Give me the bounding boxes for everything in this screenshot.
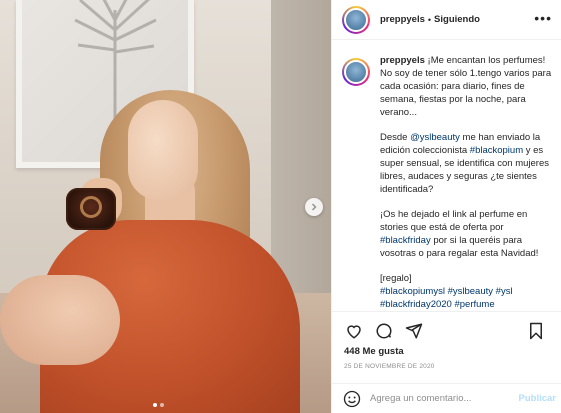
share-icon: [405, 323, 423, 338]
carousel-dot-active: [153, 403, 157, 407]
mention-link[interactable]: @yslbeauty: [410, 132, 460, 143]
hashtag-link[interactable]: #blackopiumysl: [380, 286, 445, 297]
hashtag-link[interactable]: #perfume: [454, 299, 494, 310]
header-username[interactable]: preppyels: [380, 14, 425, 25]
caption-text-segment: ¡Os he dejado el link al perfume en stor…: [380, 209, 528, 233]
avatar[interactable]: [342, 5, 370, 34]
hashtag-link[interactable]: #ysl: [496, 286, 513, 297]
save-button[interactable]: [524, 319, 548, 343]
comment-input[interactable]: [370, 393, 510, 404]
caption-gift-label: [regalo]: [380, 273, 412, 284]
caption-paragraph-4: [regalo] #blackopiumysl #yslbeauty #ysl …: [380, 272, 552, 311]
separator-dot: •: [427, 14, 432, 25]
post-date[interactable]: 25 DE NOVIEMBRE DE 2020: [344, 363, 435, 370]
action-bar: [332, 311, 561, 349]
more-options-icon[interactable]: •••: [534, 11, 552, 25]
comment-button[interactable]: [372, 319, 396, 343]
emoji-icon: [343, 390, 361, 407]
caption-avatar[interactable]: [342, 58, 370, 86]
carousel-dots: [153, 403, 164, 407]
hashtag-link[interactable]: #blackfriday2020: [380, 299, 452, 310]
caption-text: preppyels ¡Me encantan los perfumes! No …: [380, 54, 552, 311]
caption-paragraph-1: preppyels ¡Me encantan los perfumes! No …: [380, 54, 552, 119]
hashtag-link[interactable]: #blackfriday: [380, 235, 431, 246]
post-caption: preppyels ¡Me encantan los perfumes! No …: [332, 40, 561, 311]
caption-username[interactable]: preppyels: [380, 55, 425, 66]
comment-bar: Publicar: [332, 383, 561, 413]
like-button[interactable]: [342, 319, 366, 343]
perfume-bottle: [66, 188, 116, 230]
publish-button[interactable]: Publicar: [519, 393, 557, 404]
caption-paragraph-2: Desde @yslbeauty me han enviado la edici…: [380, 131, 552, 196]
hashtag-link[interactable]: #blackopium: [470, 145, 523, 156]
heart-icon: [347, 324, 361, 339]
caption-paragraph-3: ¡Os he dejado el link al perfume en stor…: [380, 208, 552, 260]
caption-text-segment: Desde: [380, 132, 411, 143]
post-photo[interactable]: [0, 0, 331, 413]
like-count[interactable]: 448 Me gusta: [344, 346, 404, 357]
bookmark-icon: [530, 322, 542, 340]
person-knee: [0, 275, 120, 365]
person-face: [128, 100, 198, 200]
comment-icon: [376, 323, 392, 338]
post-header: preppyels • Siguiendo •••: [332, 0, 561, 40]
next-slide-button[interactable]: [305, 198, 323, 216]
post-sidebar: preppyels • Siguiendo ••• preppyels ¡Me …: [331, 0, 561, 413]
follow-status[interactable]: Siguiendo: [434, 14, 480, 25]
carousel-dot: [160, 403, 164, 407]
share-button[interactable]: [402, 319, 426, 343]
emoji-button[interactable]: [342, 389, 362, 409]
chevron-right-icon: [312, 203, 317, 211]
hashtag-link[interactable]: #yslbeauty: [448, 286, 493, 297]
